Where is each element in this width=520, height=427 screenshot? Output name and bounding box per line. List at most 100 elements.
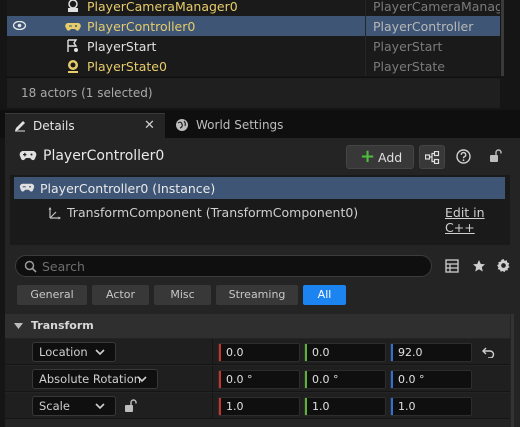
outliner-item-type: PlayerController bbox=[373, 19, 474, 34]
scale-y-field[interactable]: 1.0 bbox=[304, 397, 386, 416]
field-value: 1.0 bbox=[398, 400, 416, 413]
rotation-x-field[interactable]: 0.0 ° bbox=[218, 370, 300, 389]
property-label: Location bbox=[39, 345, 88, 359]
property-row-scale: Scale 1.0 1.0 1.0 bbox=[5, 393, 510, 419]
outliner-scrollbar[interactable] bbox=[501, 0, 504, 76]
table-view-icon[interactable] bbox=[445, 259, 459, 273]
component-child-label: TransformComponent (TransformComponent0) bbox=[67, 205, 359, 220]
field-value: 1.0 bbox=[312, 400, 330, 413]
tab-world-settings[interactable]: World Settings bbox=[167, 113, 317, 138]
details-panel: PlayerController0 + Add PlayerController… bbox=[5, 138, 520, 427]
help-icon[interactable] bbox=[456, 149, 471, 164]
tab-world-settings-label: World Settings bbox=[196, 118, 284, 132]
lock-open-icon[interactable] bbox=[489, 149, 502, 163]
globe-icon bbox=[176, 119, 188, 131]
z-axis-marker bbox=[391, 344, 393, 361]
y-axis-marker bbox=[305, 371, 307, 388]
transform-section-header[interactable]: Transform bbox=[5, 314, 510, 338]
edit-in-cpp-link[interactable]: Edit in C++ bbox=[445, 205, 510, 235]
field-value: 0.0 bbox=[312, 346, 330, 359]
rotation-y-field[interactable]: 0.0 ° bbox=[304, 370, 386, 389]
outliner-item-name: PlayerCameraManager0 bbox=[87, 0, 238, 14]
section-title: Transform bbox=[31, 319, 94, 332]
x-axis-marker bbox=[219, 371, 221, 388]
component-tree: PlayerController0 (Instance) TransformCo… bbox=[10, 175, 510, 245]
outliner-item-type: PlayerCameraManage bbox=[373, 0, 500, 14]
scale-x-field[interactable]: 1.0 bbox=[218, 397, 300, 416]
details-search[interactable] bbox=[15, 255, 432, 277]
y-axis-marker bbox=[305, 344, 307, 361]
column-divider[interactable] bbox=[212, 393, 213, 419]
column-divider[interactable] bbox=[212, 339, 213, 365]
gear-icon[interactable] bbox=[496, 258, 511, 273]
column-divider[interactable] bbox=[212, 366, 213, 392]
outliner-item-name: PlayerState0 bbox=[87, 59, 167, 74]
component-root-label: PlayerController0 (Instance) bbox=[40, 181, 216, 196]
chevron-down-icon bbox=[95, 403, 105, 410]
filter-all-button[interactable]: All bbox=[303, 285, 346, 305]
scale-z-field[interactable]: 1.0 bbox=[390, 397, 472, 416]
close-icon[interactable]: ✕ bbox=[144, 118, 155, 133]
outliner-row-selected[interactable]: PlayerController0 PlayerController bbox=[7, 16, 500, 36]
location-x-field[interactable]: 0.0 bbox=[218, 343, 300, 362]
player-state-icon bbox=[68, 60, 78, 73]
outliner-status-bar: 18 actors (1 selected) bbox=[7, 77, 500, 108]
tab-details-label: Details bbox=[33, 119, 75, 133]
search-input[interactable] bbox=[42, 258, 422, 274]
actor-count-text: 18 actors (1 selected) bbox=[21, 86, 153, 100]
outliner-row[interactable]: PlayerCameraManager0 PlayerCameraManage bbox=[7, 0, 500, 16]
tab-bar: Details ✕ World Settings bbox=[0, 110, 520, 138]
filter-actor-button[interactable]: Actor bbox=[92, 285, 149, 305]
star-icon[interactable] bbox=[472, 259, 486, 273]
filter-streaming-button[interactable]: Streaming bbox=[216, 285, 298, 305]
search-icon bbox=[24, 260, 37, 273]
z-axis-marker bbox=[391, 398, 393, 415]
rotation-mode-dropdown[interactable]: Absolute Rotation bbox=[32, 369, 158, 389]
filter-general-button[interactable]: General bbox=[17, 285, 87, 305]
field-value: 1.0 bbox=[226, 400, 244, 413]
visibility-eye-icon[interactable] bbox=[13, 21, 26, 30]
field-value: 92.0 bbox=[398, 346, 423, 359]
player-start-icon bbox=[67, 39, 78, 52]
gamepad-icon bbox=[19, 151, 37, 161]
property-row-rotation: Absolute Rotation 0.0 ° 0.0 ° 0.0 ° bbox=[5, 366, 510, 392]
field-value: 0.0 ° bbox=[398, 373, 425, 386]
blueprint-icon bbox=[425, 151, 440, 164]
pencil-icon bbox=[15, 121, 25, 132]
outliner-row[interactable]: PlayerState0 PlayerState bbox=[7, 56, 500, 76]
location-mode-dropdown[interactable]: Location bbox=[32, 342, 116, 362]
add-button-label: Add bbox=[378, 150, 403, 165]
details-scrollbar[interactable] bbox=[511, 314, 514, 427]
z-axis-marker bbox=[391, 371, 393, 388]
reset-to-default-icon[interactable] bbox=[482, 347, 495, 358]
plus-icon: + bbox=[360, 146, 376, 167]
column-divider[interactable] bbox=[365, 0, 366, 76]
property-label: Scale bbox=[39, 399, 70, 413]
x-axis-marker bbox=[219, 398, 221, 415]
add-component-button[interactable]: + Add bbox=[346, 145, 414, 169]
outliner-row[interactable]: PlayerStart PlayerStart bbox=[7, 36, 500, 56]
field-value: 0.0 bbox=[226, 346, 244, 359]
scale-mode-dropdown[interactable]: Scale bbox=[32, 396, 116, 416]
outliner-item-type: PlayerStart bbox=[373, 39, 443, 54]
tab-details[interactable]: Details ✕ bbox=[5, 113, 165, 138]
y-axis-marker bbox=[305, 398, 307, 415]
lock-open-icon[interactable] bbox=[124, 399, 137, 413]
location-y-field[interactable]: 0.0 bbox=[304, 343, 386, 362]
chevron-down-icon bbox=[95, 349, 105, 356]
blueprint-button[interactable] bbox=[419, 145, 445, 169]
component-root-row[interactable]: PlayerController0 (Instance) bbox=[14, 177, 505, 199]
property-row-location: Location 0.0 0.0 92.0 bbox=[5, 339, 510, 365]
chevron-down-icon bbox=[137, 376, 147, 383]
field-value: 0.0 ° bbox=[312, 373, 339, 386]
rotation-z-field[interactable]: 0.0 ° bbox=[390, 370, 472, 389]
transform-component-icon bbox=[48, 207, 61, 220]
location-z-field[interactable]: 92.0 bbox=[390, 343, 472, 362]
property-label: Absolute Rotation bbox=[39, 372, 142, 386]
chevron-down-icon bbox=[14, 323, 23, 329]
camera-manager-icon bbox=[68, 0, 78, 12]
filter-misc-button[interactable]: Misc bbox=[154, 285, 211, 305]
x-axis-marker bbox=[219, 344, 221, 361]
gamepad-icon bbox=[19, 183, 35, 192]
field-value: 0.0 ° bbox=[226, 373, 253, 386]
